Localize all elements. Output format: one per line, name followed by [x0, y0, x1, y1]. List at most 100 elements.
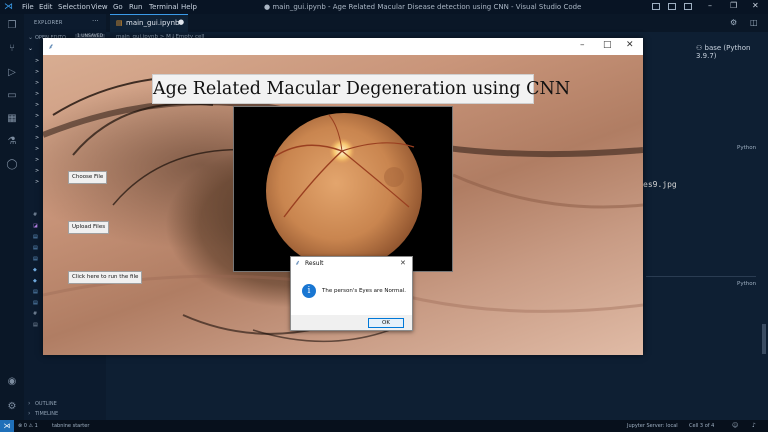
file-icon[interactable]: ▤ — [33, 234, 38, 240]
menu-terminal[interactable]: Terminal — [149, 3, 179, 11]
folder-row-icon[interactable]: > — [35, 113, 39, 119]
menu-help[interactable]: Help — [181, 3, 197, 11]
file-icon[interactable]: # — [33, 212, 37, 218]
split-editor-icon[interactable]: ◫ — [750, 18, 758, 27]
project-chevron-icon[interactable]: ⌄ — [28, 45, 33, 52]
file-icon[interactable]: ◆ — [33, 267, 37, 273]
info-icon: i — [302, 284, 316, 298]
notifications-bell-icon[interactable]: ♪ — [752, 422, 756, 429]
unsaved-dot-icon[interactable]: ● — [178, 18, 184, 26]
timeline-section[interactable]: TIMELINE — [35, 411, 58, 417]
explorer-icon[interactable]: ❐ — [5, 20, 19, 32]
file-icon[interactable]: ▤ — [33, 322, 38, 328]
kernel-picker[interactable]: ⚇ base (Python 3.9.7) — [696, 44, 768, 60]
folder-row-icon[interactable]: > — [35, 135, 39, 141]
dialog-content: i The person's Eyes are Normal. — [291, 271, 412, 315]
folder-row-icon[interactable]: > — [35, 69, 39, 75]
app-minimize-icon[interactable]: – — [580, 40, 585, 50]
window-title: ● main_gui.ipynb - Age Related Macular D… — [264, 3, 582, 11]
menu-file[interactable]: File — [22, 3, 34, 11]
editor-tabs: ▤ main_gui.ipynb ● ⚙ ◫ — [106, 14, 768, 32]
cell-language-label[interactable]: Python — [737, 145, 756, 151]
cell-position[interactable]: Cell 3 of 4 — [689, 423, 714, 429]
testing-icon[interactable]: ⚗ — [5, 136, 19, 148]
folder-row-icon[interactable]: > — [35, 80, 39, 86]
app-title: Age Related Macular Degeneration using C… — [152, 74, 570, 104]
customize-layout-icon[interactable] — [684, 3, 692, 10]
choose-file-button[interactable]: Choose File — [68, 171, 108, 184]
dialog-title: Result — [305, 260, 324, 267]
account-icon[interactable]: ◉ — [5, 376, 19, 388]
upload-files-button[interactable]: Upload Files — [68, 221, 110, 234]
menu-go[interactable]: Go — [113, 3, 123, 11]
kernel-icon: ⚇ — [696, 44, 705, 52]
dialog-message: The person's Eyes are Normal. — [322, 288, 406, 294]
toggle-sidebar-icon[interactable] — [652, 3, 660, 10]
dialog-close-icon[interactable]: ✕ — [400, 259, 406, 267]
menu-run[interactable]: Run — [129, 3, 142, 11]
app-window-titlebar[interactable]: ⸙ – □ ✕ — [43, 38, 643, 55]
folder-row-icon[interactable]: > — [35, 157, 39, 163]
folder-row-icon[interactable]: > — [35, 102, 39, 108]
folder-row-icon[interactable]: > — [35, 58, 39, 64]
remote-icon[interactable]: ⋊ — [0, 420, 14, 432]
folder-row-icon[interactable]: > — [35, 168, 39, 174]
run-file-button[interactable]: Click here to run the file — [68, 271, 143, 284]
notebook-icon: ▤ — [116, 19, 123, 27]
cell-divider — [646, 276, 756, 277]
retina-fundus-image — [234, 107, 452, 271]
file-icon[interactable]: ▤ — [33, 300, 38, 306]
result-dialog: ⸙ Result ✕ i The person's Eyes are Norma… — [290, 256, 413, 331]
jupyter-icon[interactable]: ◯ — [5, 159, 19, 171]
tab-main-gui[interactable]: ▤ main_gui.ipynb ● — [110, 14, 188, 32]
tabnine-status[interactable]: tabnine starter — [52, 423, 89, 429]
file-icon[interactable]: ▤ — [33, 245, 38, 251]
tab-label: main_gui.ipynb — [126, 19, 180, 27]
dialog-titlebar[interactable]: ⸙ Result ✕ — [291, 257, 412, 271]
outline-chevron-icon[interactable]: › — [28, 400, 30, 407]
problems-counter[interactable]: ⊗ 0 ⚠ 1 — [18, 423, 38, 429]
more-actions-icon[interactable]: ··· — [92, 17, 99, 25]
explorer-header: EXPLORER — [34, 20, 63, 26]
app-maximize-icon[interactable]: □ — [603, 40, 612, 50]
fundus-image-panel — [233, 106, 453, 272]
activity-bar: ❐ ⑂ ▷ ▭ ▦ ⚗ ◯ ◉ ⚙ — [0, 14, 24, 420]
run-debug-icon[interactable]: ▷ — [5, 67, 19, 79]
feedback-icon[interactable]: ☺ — [732, 422, 738, 429]
source-control-icon[interactable]: ⑂ — [5, 43, 19, 55]
maximize-icon[interactable]: ❐ — [730, 1, 737, 10]
timeline-chevron-icon[interactable]: › — [28, 410, 30, 417]
feather-icon: ⸙ — [295, 259, 301, 267]
feather-icon: ⸙ — [48, 42, 54, 51]
cell-language-label[interactable]: Python — [737, 281, 756, 287]
remote-explorer-icon[interactable]: ▭ — [5, 90, 19, 102]
outline-section[interactable]: OUTLINE — [35, 401, 57, 407]
menu-edit[interactable]: Edit — [39, 3, 53, 11]
settings-gear-icon[interactable]: ⚙ — [5, 401, 19, 413]
kernel-label: base (Python 3.9.7) — [696, 44, 751, 60]
minimize-icon[interactable]: – — [708, 1, 712, 10]
folder-row-icon[interactable]: > — [35, 179, 39, 185]
file-icon[interactable]: ▤ — [33, 289, 38, 295]
folder-row-icon[interactable]: > — [35, 146, 39, 152]
toggle-panel-icon[interactable] — [668, 3, 676, 10]
status-bar: ⋊ ⊗ 0 ⚠ 1 tabnine starter Jupyter Server… — [0, 420, 768, 432]
title-bar: ⋊ File Edit Selection View Go Run Termin… — [0, 0, 768, 14]
ok-button[interactable]: OK — [368, 318, 404, 328]
app-close-icon[interactable]: ✕ — [626, 40, 634, 50]
chevron-down-icon[interactable]: ⌄ — [28, 34, 33, 41]
folder-row-icon[interactable]: > — [35, 91, 39, 97]
menu-view[interactable]: View — [91, 3, 108, 11]
menu-selection[interactable]: Selection — [58, 3, 90, 11]
close-icon[interactable]: ✕ — [752, 1, 759, 10]
extensions-icon[interactable]: ▦ — [5, 113, 19, 125]
scrollbar-thumb[interactable] — [762, 324, 766, 354]
file-icon[interactable]: ◪ — [33, 223, 38, 229]
code-output-text: es9.jpg — [643, 180, 677, 189]
gear-icon[interactable]: ⚙ — [730, 18, 737, 27]
file-icon[interactable]: ◆ — [33, 278, 37, 284]
folder-row-icon[interactable]: > — [35, 124, 39, 130]
file-icon[interactable]: ▤ — [33, 256, 38, 262]
file-icon[interactable]: # — [33, 311, 37, 317]
jupyter-server-status[interactable]: Jupyter Server: local — [627, 423, 678, 429]
